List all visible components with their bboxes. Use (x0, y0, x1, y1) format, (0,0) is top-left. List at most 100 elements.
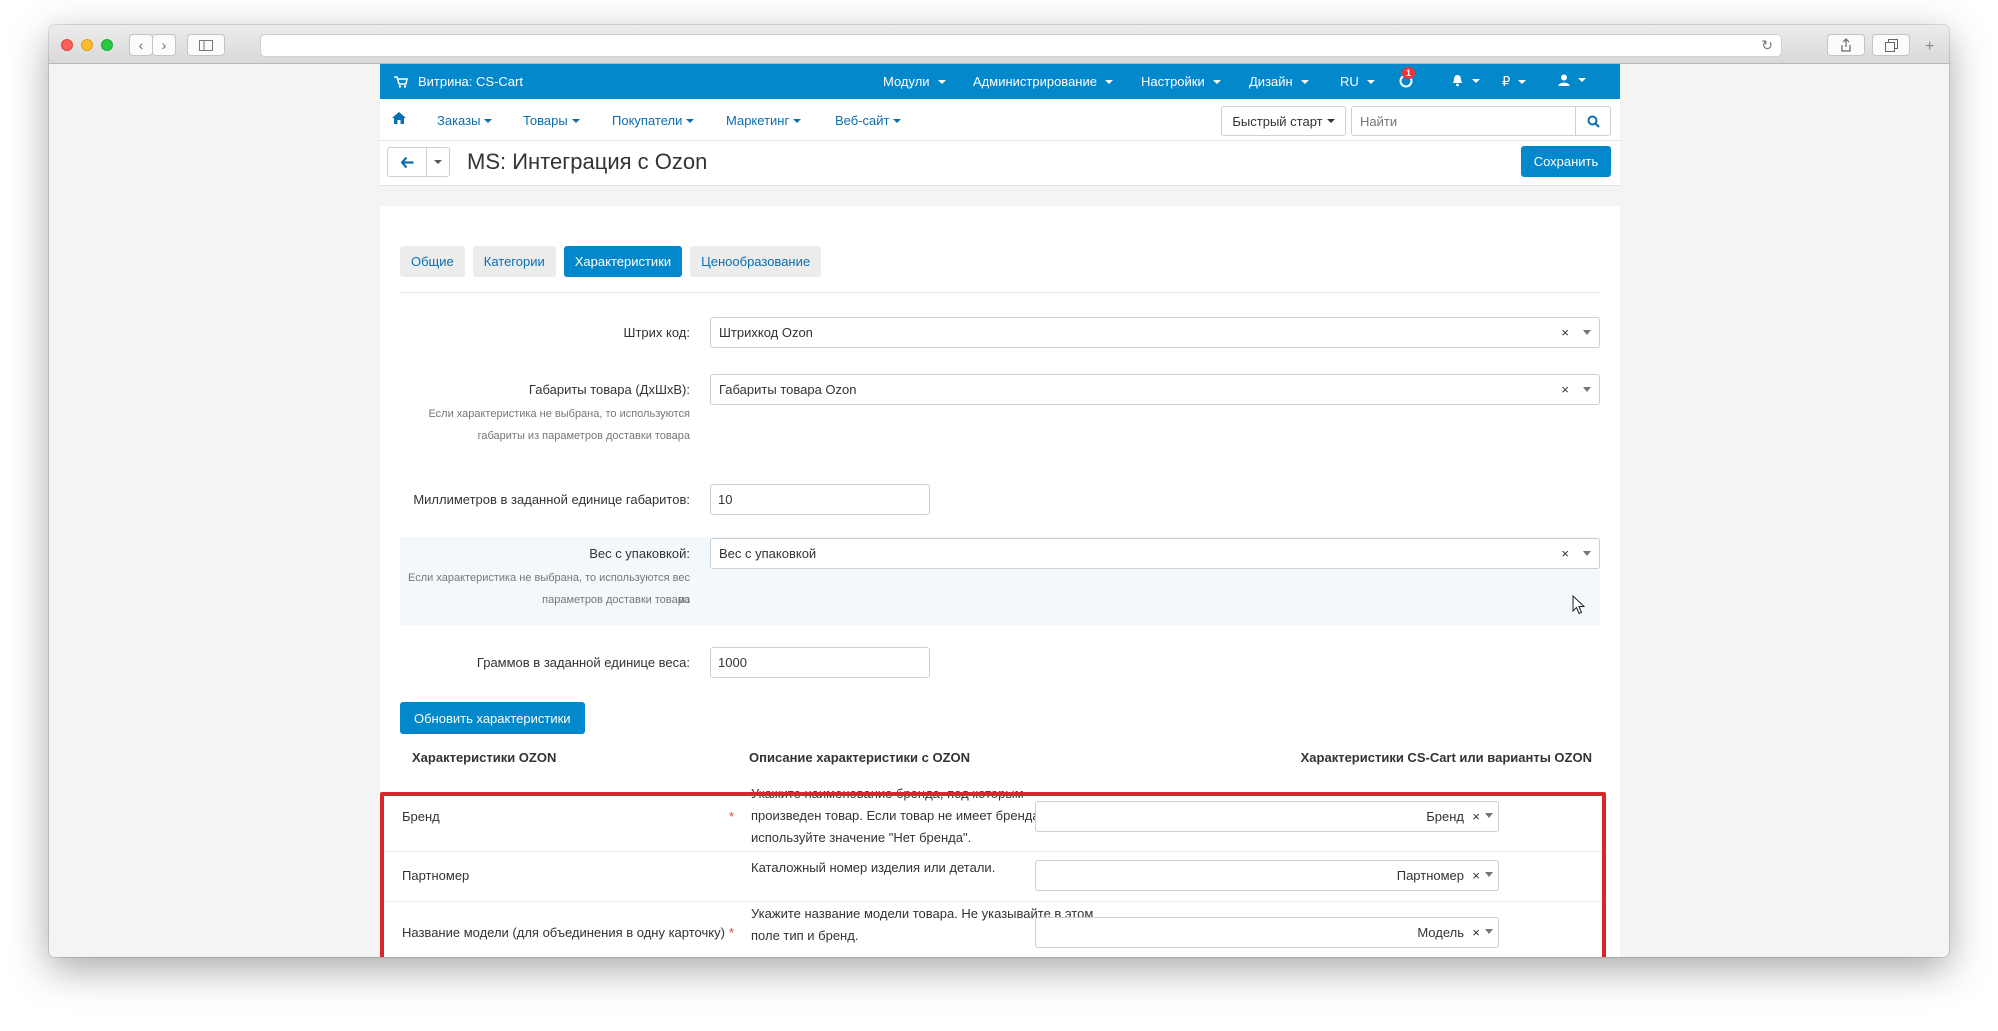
notifications-menu[interactable] (1451, 74, 1480, 87)
share-button[interactable] (1827, 34, 1865, 56)
nav-marketing[interactable]: Маркетинг (726, 113, 802, 128)
clear-icon[interactable]: × (1472, 925, 1480, 940)
content-panel: Общие Категории Характеристики Ценообраз… (380, 206, 1620, 957)
back-dropdown-button[interactable] (426, 147, 450, 177)
update-features-button[interactable]: Обновить характеристики (400, 702, 585, 734)
address-bar[interactable]: ↻ (260, 34, 1782, 57)
menu-design-label: Дизайн (1249, 74, 1293, 89)
user-menu[interactable] (1558, 74, 1586, 86)
nav-customers[interactable]: Покупатели (612, 113, 695, 128)
currency-selector[interactable]: ₽ (1502, 74, 1527, 90)
dropdown-arrow-icon[interactable] (1485, 929, 1493, 934)
browser-window: ‹ › ↻ + Витрина: CS-Cart Модули Админист… (49, 25, 1949, 957)
clear-icon[interactable]: × (1561, 325, 1569, 340)
column-header-ozon-features: Характеристики OZON (412, 750, 557, 765)
dropdown-arrow-icon[interactable] (1583, 551, 1591, 556)
dropdown-arrow-icon[interactable] (1583, 387, 1591, 392)
nav-website-label: Веб-сайт (835, 113, 890, 128)
clear-icon[interactable]: × (1472, 809, 1480, 824)
admin-topbar: Витрина: CS-Cart Модули Администрировани… (380, 64, 1620, 99)
share-icon (1841, 38, 1851, 52)
mapping-value: Бренд (1426, 809, 1464, 824)
browser-forward-button[interactable]: › (152, 34, 176, 56)
mm-per-unit-input[interactable] (710, 484, 930, 515)
dimensions-value: Габариты товара Ozon (719, 382, 857, 397)
dropdown-arrow-icon[interactable] (1583, 330, 1591, 335)
table-row: Бренд * Укажите наименование бренда, под… (382, 782, 1604, 852)
clear-icon[interactable]: × (1561, 546, 1569, 561)
grams-per-unit-label: Граммов в заданной единице веса: (476, 655, 690, 670)
weight-select[interactable]: Вес с упаковкой × (710, 538, 1600, 569)
weight-row: Вес с упаковкой: Если характеристика не … (400, 537, 1600, 625)
dropdown-arrow-icon[interactable] (1485, 872, 1493, 877)
tab-pricing[interactable]: Ценообразование (690, 246, 822, 277)
caret-down-icon (434, 160, 442, 164)
caret-down-icon (1212, 79, 1221, 84)
menu-settings-label: Настройки (1141, 74, 1205, 89)
mapping-value: Партномер (1396, 868, 1464, 883)
browser-back-button[interactable]: ‹ (129, 34, 153, 56)
nav-website[interactable]: Веб-сайт (835, 113, 902, 128)
sidebar-icon (199, 39, 213, 51)
menu-administration[interactable]: Администрирование (973, 74, 1113, 89)
quick-start-button[interactable]: Быстрый старт (1221, 106, 1346, 136)
caret-down-icon (1518, 80, 1527, 84)
sidebar-toggle-button[interactable] (187, 34, 225, 56)
caret-down-icon (1472, 78, 1480, 83)
caret-down-icon (1366, 79, 1375, 84)
search-input[interactable] (1351, 106, 1575, 136)
tab-features[interactable]: Характеристики (563, 246, 683, 277)
menu-design[interactable]: Дизайн (1249, 74, 1309, 89)
storefront-link[interactable]: Витрина: CS-Cart (394, 74, 523, 89)
menu-modules-label: Модули (883, 74, 930, 89)
grams-per-unit-input[interactable] (710, 647, 930, 678)
dropdown-arrow-icon[interactable] (1485, 813, 1493, 818)
notification-badge: 1 (1402, 67, 1416, 79)
nav-orders[interactable]: Заказы (437, 113, 493, 128)
reload-icon[interactable]: ↻ (1761, 37, 1773, 54)
feature-mapping-select[interactable]: Партномер × (1035, 860, 1499, 891)
caret-down-icon (484, 118, 493, 123)
back-button[interactable] (387, 147, 427, 177)
home-icon (392, 112, 406, 124)
bell-icon (1453, 75, 1462, 87)
tab-categories[interactable]: Категории (472, 246, 556, 277)
dimensions-help-1: Если характеристика не выбрана, то испол… (428, 408, 690, 420)
nav-orders-label: Заказы (437, 113, 481, 128)
search-button[interactable] (1575, 106, 1611, 136)
required-marker: * (729, 925, 735, 940)
save-button[interactable]: Сохранить (1521, 146, 1611, 177)
zoom-window-button[interactable] (101, 39, 113, 51)
page-title: MS: Интеграция с Ozon (467, 149, 708, 174)
barcode-select[interactable]: Штрихкод Ozon × (710, 317, 1600, 348)
page-header: MS: Интеграция с Ozon Сохранить (380, 141, 1620, 186)
help-center-button[interactable]: 1 (1399, 67, 1416, 88)
caret-down-icon (1104, 79, 1113, 84)
home-link[interactable] (392, 112, 406, 124)
weight-label: Вес с упаковкой: (589, 546, 690, 561)
weight-help-2: параметров доставки товара (542, 594, 690, 606)
nav-products[interactable]: Товары (523, 113, 580, 128)
menu-modules[interactable]: Модули (883, 74, 946, 89)
feature-name: Бренд (402, 809, 440, 824)
language-selector[interactable]: RU (1340, 74, 1375, 89)
tab-general[interactable]: Общие (400, 246, 465, 277)
feature-mapping-select[interactable]: Бренд × (1035, 801, 1499, 832)
column-header-cscart-features: Характеристики CS-Cart или варианты OZON (1300, 750, 1592, 765)
tab-bar: Общие Категории Характеристики Ценообраз… (400, 246, 822, 277)
grams-per-unit-row: Граммов в заданной единице веса: (400, 647, 1600, 678)
clear-icon[interactable]: × (1561, 382, 1569, 397)
dimensions-select[interactable]: Габариты товара Ozon × (710, 374, 1600, 405)
feature-mapping-select[interactable]: Модель × (1035, 917, 1499, 948)
menu-settings[interactable]: Настройки (1141, 74, 1221, 89)
new-tab-icon[interactable]: + (1925, 38, 1934, 56)
table-row: Партномер Каталожный номер изделия или д… (382, 852, 1604, 902)
minimize-window-button[interactable] (81, 39, 93, 51)
close-window-button[interactable] (61, 39, 73, 51)
tabs-icon (1884, 38, 1898, 52)
tabs-overview-button[interactable] (1872, 34, 1910, 56)
clear-icon[interactable]: × (1472, 868, 1480, 883)
required-marker: * (729, 809, 735, 824)
caret-down-icon (571, 118, 580, 123)
search-icon (1587, 115, 1600, 128)
